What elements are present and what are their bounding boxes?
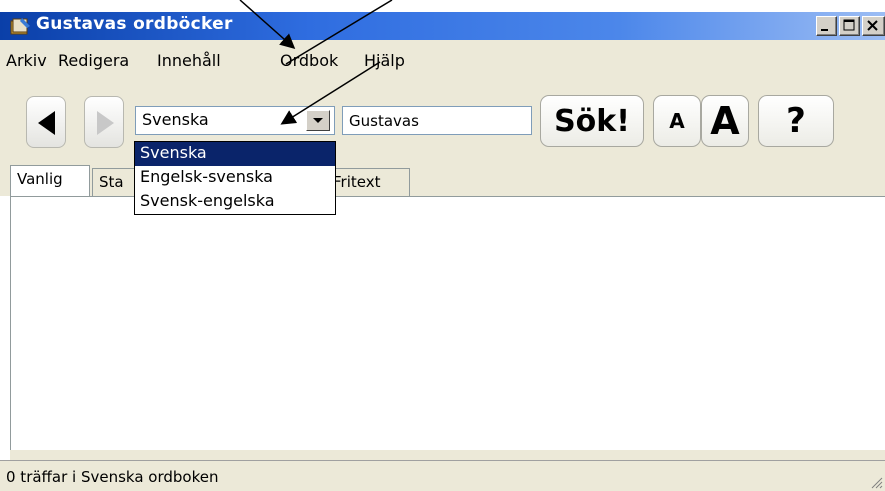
chevron-down-icon <box>313 118 323 123</box>
resize-grip-icon[interactable] <box>868 474 884 490</box>
forward-button[interactable] <box>84 96 124 148</box>
forward-arrow-icon <box>97 111 114 135</box>
minimize-icon <box>821 29 828 31</box>
font-smaller-button[interactable]: A <box>653 95 701 147</box>
maximize-button[interactable] <box>839 16 860 36</box>
dropdown-option-svenska[interactable]: Svenska <box>135 142 335 166</box>
search-input[interactable] <box>342 106 532 135</box>
back-arrow-icon <box>38 111 55 135</box>
maximize-icon <box>843 19 855 31</box>
search-button[interactable]: Sök! <box>540 95 644 147</box>
dropdown-toggle[interactable] <box>306 110 330 131</box>
help-button[interactable]: ? <box>758 95 834 147</box>
results-pane[interactable] <box>10 196 885 454</box>
dictionary-select-value: Svenska <box>142 110 209 129</box>
font-larger-button[interactable]: A <box>701 95 749 147</box>
results-pane-footer <box>10 450 885 460</box>
app-icon <box>10 18 30 35</box>
dropdown-option-svensk-engelska[interactable]: Svensk-engelska <box>135 190 335 214</box>
back-button[interactable] <box>26 96 66 148</box>
dropdown-option-engelsk-svenska[interactable]: Engelsk-svenska <box>135 166 335 190</box>
menu-hjalp[interactable]: Hjälp <box>364 51 405 70</box>
window-title: Gustavas ordböcker <box>36 14 233 34</box>
tab-sta[interactable]: Sta <box>92 168 136 196</box>
menu-bar <box>0 40 885 78</box>
minimize-button[interactable] <box>816 16 837 36</box>
menu-ordbok[interactable]: Ordbok <box>280 51 338 70</box>
tab-fritext[interactable]: Fritext <box>326 168 410 196</box>
close-button[interactable] <box>862 16 885 36</box>
menu-arkiv[interactable]: Arkiv <box>6 51 47 70</box>
tab-vanlig[interactable]: Vanlig <box>10 165 90 197</box>
status-text: 0 träffar i Svenska ordboken <box>6 468 219 486</box>
menu-redigera[interactable]: Redigera <box>58 51 129 70</box>
menu-innehall[interactable]: Innehåll <box>157 51 221 70</box>
close-icon <box>867 20 878 31</box>
